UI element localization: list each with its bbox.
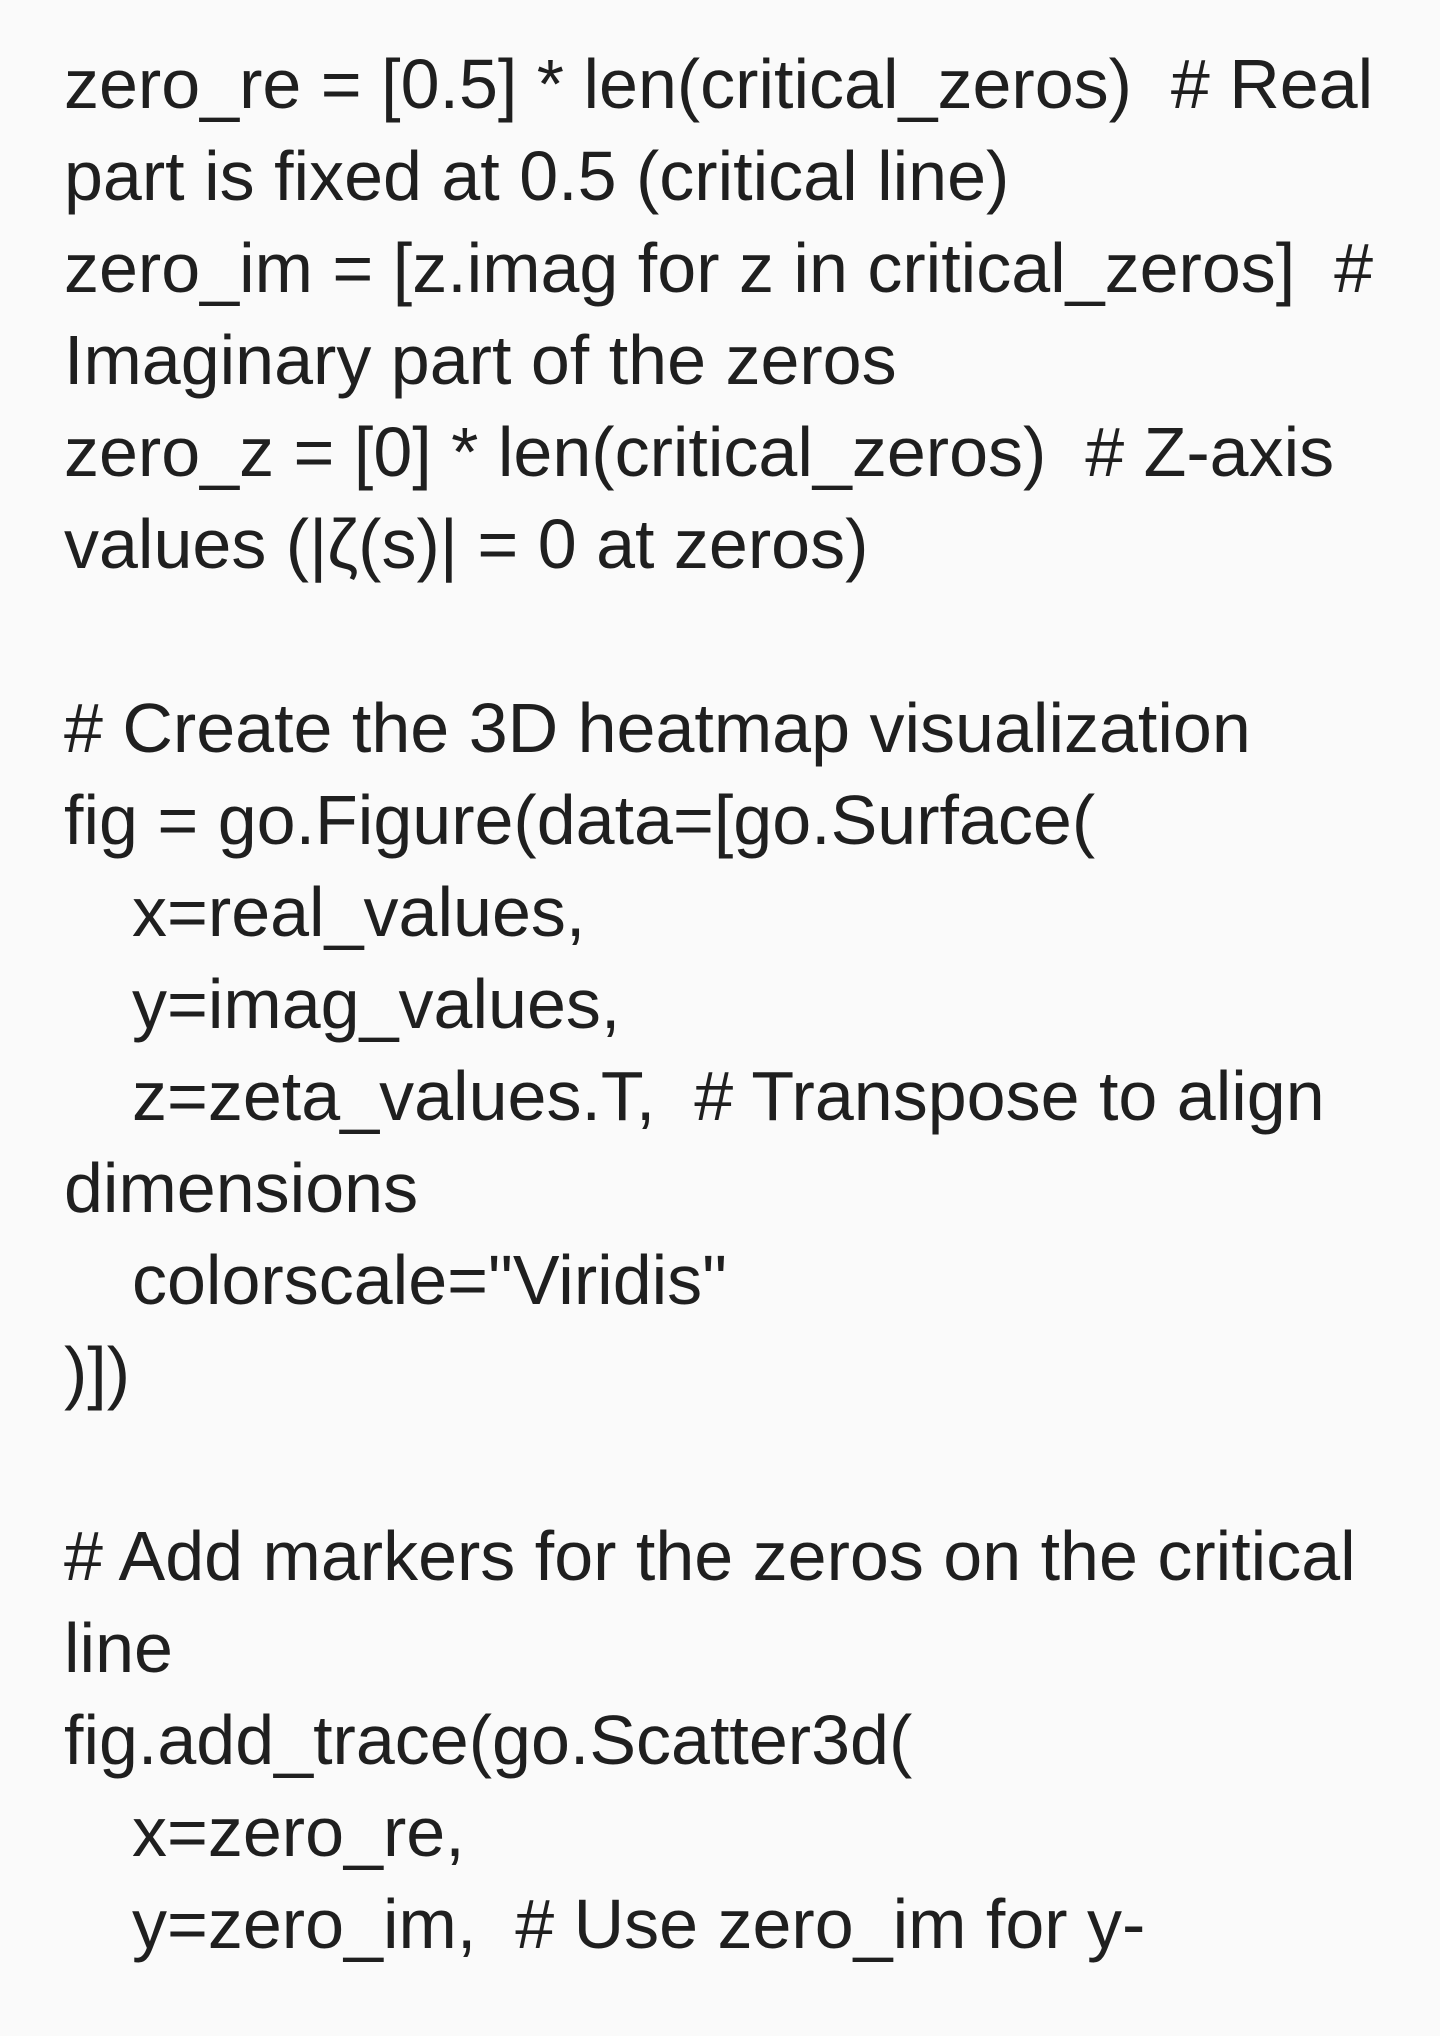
code-line: zero_re = [0.5] * len(critical_zeros) # …: [64, 45, 1374, 123]
code-line: part is fixed at 0.5 (critical line): [64, 137, 1010, 215]
code-line: x=real_values,: [132, 873, 586, 951]
code-line: dimensions: [64, 1149, 419, 1227]
code-line: Imaginary part of the zeros: [64, 321, 897, 399]
code-line: zero_z = [0] * len(critical_zeros) # Z-a…: [64, 413, 1335, 491]
code-text-view: zero_re = [0.5] * len(critical_zeros) # …: [0, 0, 1440, 2036]
code-comment-line: # Add markers for the zeros on the criti…: [64, 1517, 1356, 1595]
code-line: )]): [64, 1333, 131, 1411]
code-line: zero_im = [z.imag for z in critical_zero…: [64, 229, 1374, 307]
code-line: fig.add_trace(go.Scatter3d(: [64, 1701, 913, 1779]
code-line: line: [64, 1609, 173, 1687]
code-line: values (|ζ(s)| = 0 at zeros): [64, 505, 869, 583]
code-comment-line: # Create the 3D heatmap visualization: [64, 689, 1251, 767]
code-line: x=zero_re,: [132, 1793, 465, 1871]
code-line: z=zeta_values.T, # Transpose to align: [132, 1057, 1325, 1135]
code-line: colorscale="Viridis": [132, 1241, 728, 1319]
code-line: y=imag_values,: [132, 965, 621, 1043]
code-line: fig = go.Figure(data=[go.Surface(: [64, 781, 1096, 859]
code-line: y=zero_im, # Use zero_im for y-: [132, 1885, 1146, 1963]
